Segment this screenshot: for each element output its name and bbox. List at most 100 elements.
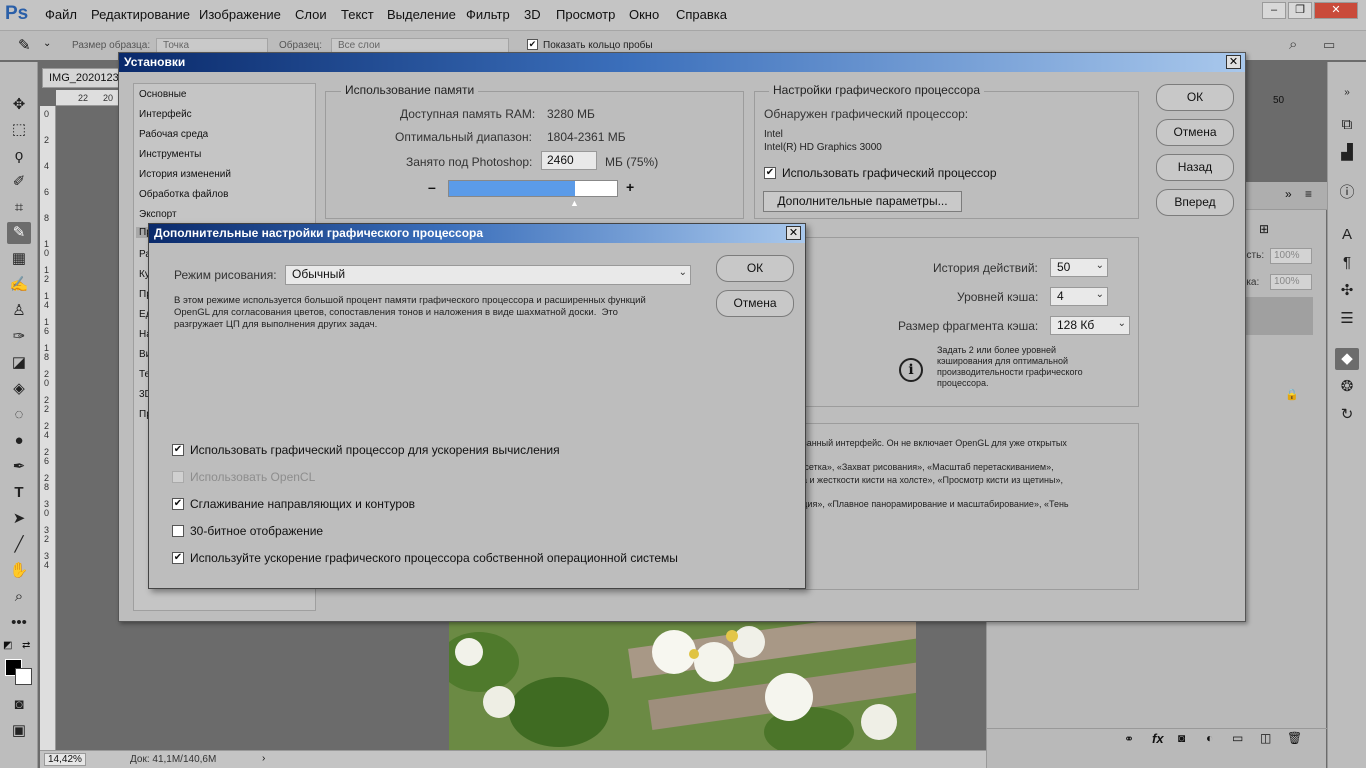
opencl-checkbox[interactable] <box>172 471 184 483</box>
type-tool-icon[interactable]: T <box>7 482 31 504</box>
cache-tile-field[interactable]: 128 Кб ⌄ <box>1050 316 1130 335</box>
eyedropper-tool-icon[interactable]: ✎ <box>18 36 31 54</box>
workspace-icon[interactable]: ▭ <box>1323 37 1335 53</box>
quick-mask-icon[interactable]: ◙ <box>7 694 31 716</box>
delete-layer-icon[interactable]: 🗑 <box>1287 731 1302 745</box>
menu-filter[interactable]: Фильтр <box>466 7 510 22</box>
quick-select-tool-icon[interactable]: ✐ <box>7 171 31 193</box>
libraries-icon[interactable]: ⧉ <box>1335 114 1359 136</box>
new-group-icon[interactable]: ▭ <box>1232 731 1243 745</box>
marquee-tool-icon[interactable]: ⬚ <box>7 119 31 141</box>
memory-slider-thumb[interactable]: ▲ <box>570 198 579 208</box>
default-colors-icon[interactable]: ◩ <box>3 640 12 651</box>
close-window-button[interactable]: ✕ <box>1314 2 1358 19</box>
move-tool-icon[interactable]: ✥ <box>7 94 31 116</box>
new-layer-icon[interactable]: ◫ <box>1260 731 1271 745</box>
document-tab[interactable]: IMG_20201230 <box>42 68 128 88</box>
drawing-mode-select[interactable]: Обычный ⌄ <box>285 265 691 285</box>
menu-3d[interactable]: 3D <box>524 7 541 22</box>
paragraph-icon[interactable]: ¶ <box>1335 252 1359 274</box>
lasso-tool-icon[interactable]: ϙ <box>7 145 31 167</box>
blur-tool-icon[interactable]: ◌ <box>7 404 31 426</box>
opacity-field[interactable]: 100% <box>1270 248 1312 264</box>
crop-tool-icon[interactable]: ⌗ <box>7 197 31 219</box>
dock-collapse-icon[interactable]: » <box>1335 82 1359 104</box>
stamp-tool-icon[interactable]: ♙ <box>7 300 31 322</box>
character-icon[interactable]: A <box>1335 224 1359 246</box>
add-mask-icon[interactable]: ◙ <box>1178 731 1185 745</box>
panel-menu-icon[interactable]: ≡ <box>1305 187 1312 201</box>
ok-button[interactable]: ОК <box>1156 84 1234 111</box>
forward-button[interactable]: Вперед <box>1156 189 1234 216</box>
brush-tool-icon[interactable]: ✍ <box>7 274 31 296</box>
eraser-tool-icon[interactable]: ◪ <box>7 352 31 374</box>
history-brush-tool-icon[interactable]: ✑ <box>7 326 31 348</box>
nav-item-tools[interactable]: Инструменты <box>139 149 201 160</box>
zoom-field[interactable]: 14,42% <box>44 753 86 766</box>
histogram-icon[interactable]: ▟ <box>1335 142 1359 164</box>
healing-brush-tool-icon[interactable]: ▦ <box>7 248 31 270</box>
nav-item-export[interactable]: Экспорт <box>139 209 177 220</box>
nav-item-workspace[interactable]: Рабочая среда <box>139 129 208 140</box>
menu-window[interactable]: Окно <box>629 7 659 22</box>
dodge-tool-icon[interactable]: ● <box>7 430 31 452</box>
close-icon[interactable]: ✕ <box>1226 55 1241 69</box>
close-icon[interactable]: ✕ <box>786 226 801 240</box>
photoshop-memory-field[interactable]: 2460 <box>541 151 597 170</box>
channels-icon[interactable]: ❂ <box>1335 376 1359 398</box>
history-states-field[interactable]: 50 ⌄ <box>1050 258 1108 277</box>
fill-field[interactable]: 100% <box>1270 274 1312 290</box>
advanced-settings-button[interactable]: Дополнительные параметры... <box>763 191 962 212</box>
adjustment-layer-icon[interactable]: ◐ <box>1206 731 1213 745</box>
memory-slider-track[interactable] <box>448 180 618 197</box>
memory-decrease-button[interactable]: – <box>428 179 436 195</box>
memory-increase-button[interactable]: + <box>626 179 634 195</box>
nav-item-general[interactable]: Основные <box>139 89 186 100</box>
info-icon[interactable]: ⓘ <box>1335 182 1359 204</box>
nav-item-history[interactable]: История изменений <box>139 169 231 180</box>
30bit-display-checkbox[interactable] <box>172 525 184 537</box>
gpu-compute-checkbox[interactable]: ✔ <box>172 444 184 456</box>
layer-row-selected[interactable] <box>1241 297 1313 335</box>
path-select-tool-icon[interactable]: ➤ <box>7 508 31 530</box>
restore-button[interactable]: ❐ <box>1288 2 1312 19</box>
layers-icon[interactable]: ◆ <box>1335 348 1359 370</box>
more-tools-icon[interactable]: ••• <box>7 612 31 634</box>
cache-levels-field[interactable]: 4 ⌄ <box>1050 287 1108 306</box>
swap-colors-icon[interactable]: ⇄ <box>22 640 30 651</box>
adjustments-icon[interactable]: ☰ <box>1335 308 1359 330</box>
cancel-button[interactable]: Отмена <box>1156 119 1234 146</box>
menu-view[interactable]: Просмотр <box>556 7 615 22</box>
pen-tool-icon[interactable]: ✒ <box>7 456 31 478</box>
paths-icon[interactable]: ↻ <box>1335 404 1359 426</box>
minimize-button[interactable]: – <box>1262 2 1286 19</box>
screen-mode-icon[interactable]: ▣ <box>7 720 31 742</box>
native-gpu-checkbox[interactable]: ✔ <box>172 552 184 564</box>
line-tool-icon[interactable]: ╱ <box>7 534 31 556</box>
menu-edit[interactable]: Редактирование <box>91 7 190 22</box>
paint-bucket-tool-icon[interactable]: ◈ <box>7 378 31 400</box>
menu-layer[interactable]: Слои <box>295 7 327 22</box>
brushes-icon[interactable]: ✣ <box>1335 280 1359 302</box>
lock-pixels-icon[interactable]: ⊞ <box>1259 222 1269 236</box>
hand-tool-icon[interactable]: ✋ <box>7 560 31 582</box>
antialias-checkbox[interactable]: ✔ <box>172 498 184 510</box>
nav-item-file-handling[interactable]: Обработка файлов <box>139 189 228 200</box>
menu-help[interactable]: Справка <box>676 7 727 22</box>
link-layers-icon[interactable]: ⚭ <box>1124 732 1134 746</box>
zoom-tool-icon[interactable]: ⌕ <box>7 586 31 608</box>
menu-select[interactable]: Выделение <box>387 7 456 22</box>
chevron-down-icon[interactable]: ⌄ <box>43 38 51 49</box>
document-photo[interactable] <box>449 622 916 750</box>
back-button[interactable]: Назад <box>1156 154 1234 181</box>
search-icon[interactable]: ⌕ <box>1289 36 1297 53</box>
panel-collapse-icon[interactable]: » <box>1285 187 1292 201</box>
layer-effects-icon[interactable]: fx <box>1152 731 1164 746</box>
use-gpu-checkbox[interactable]: ✔ <box>764 167 776 179</box>
ok-button[interactable]: ОК <box>716 255 794 282</box>
menu-image[interactable]: Изображение <box>199 7 281 22</box>
status-menu-arrow-icon[interactable]: › <box>262 753 265 764</box>
eyedropper-tool-icon[interactable]: ✎ <box>7 222 31 244</box>
menu-type[interactable]: Текст <box>341 7 374 22</box>
cancel-button[interactable]: Отмена <box>716 290 794 317</box>
